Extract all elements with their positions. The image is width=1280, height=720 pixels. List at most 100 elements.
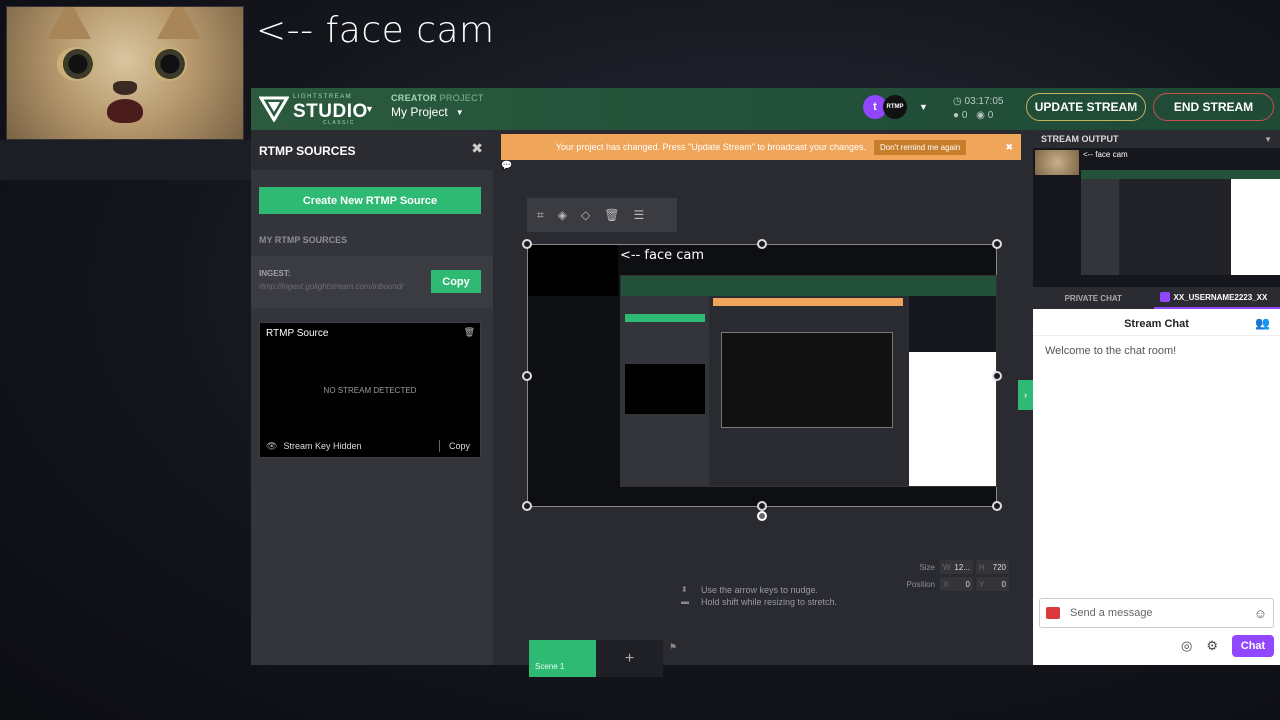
nested-screen-capture xyxy=(620,275,997,487)
y-field[interactable]: Y0 xyxy=(976,577,1009,591)
nested-topbar xyxy=(621,276,996,296)
project-selector[interactable]: CREATOR PROJECT My Project ▼ xyxy=(391,93,484,119)
comment-icon[interactable]: 💬 xyxy=(501,160,521,174)
rtmp-sources-panel: RTMP SOURCES ✖ Create New RTMP Source MY… xyxy=(251,130,493,665)
update-stream-button[interactable]: UPDATE STREAM xyxy=(1026,93,1146,121)
logo-brand-text: LIGHTSTREAM xyxy=(293,94,353,100)
cat-nose xyxy=(113,81,137,95)
users-icon[interactable]: 👥 xyxy=(1255,316,1270,330)
tab-stream-chat[interactable]: XX_USERNAME2223_XX xyxy=(1153,287,1280,309)
rtmp-icon: RTMP xyxy=(883,95,907,119)
resize-handle[interactable] xyxy=(992,501,1002,511)
settings-sliders-icon[interactable]: ☰ xyxy=(633,208,644,222)
create-rtmp-source-button[interactable]: Create New RTMP Source xyxy=(259,187,481,214)
position-label: Position xyxy=(906,579,935,589)
width-value: 12... xyxy=(954,562,970,572)
notice-text: Your project has changed. Press "Update … xyxy=(555,142,866,152)
chevron-right-icon[interactable]: › xyxy=(1018,380,1033,410)
width-key: W xyxy=(943,562,951,572)
preview-facecam xyxy=(1035,150,1079,175)
resize-handle[interactable] xyxy=(522,371,532,381)
close-icon[interactable]: ✖ xyxy=(471,140,483,157)
follower-count: 0 xyxy=(987,110,994,121)
chevron-down-icon: ▼ xyxy=(455,107,464,117)
preview-chat xyxy=(1231,179,1280,275)
trash-icon[interactable]: 🗑 xyxy=(604,208,619,222)
trash-icon[interactable]: 🗑 xyxy=(464,327,475,338)
canvas-selection[interactable]: <-- face cam xyxy=(522,239,1002,521)
resize-handle[interactable] xyxy=(992,239,1002,249)
chevron-down-icon: ▼ xyxy=(919,102,928,112)
y-value: 0 xyxy=(1001,579,1006,589)
height-key: H xyxy=(979,562,985,572)
chat-title: Stream Chat xyxy=(1033,312,1280,336)
resize-handle[interactable] xyxy=(992,371,1002,381)
copy-ingest-button[interactable]: Copy xyxy=(431,270,481,293)
nested-source-card xyxy=(625,364,705,414)
source-footer: 👁 Stream Key Hidden Copy xyxy=(260,435,480,457)
rotate-handle[interactable] xyxy=(757,511,767,521)
clock-icon: ◷ xyxy=(953,96,965,107)
cat-eye xyxy=(149,47,187,81)
rtmp-source-card[interactable]: RTMP Source 🗑 NO STREAM DETECTED 👁 Strea… xyxy=(259,322,481,458)
end-stream-button[interactable]: END STREAM xyxy=(1153,93,1274,121)
close-icon[interactable]: ✖ xyxy=(1005,142,1013,153)
preview-facecam-label: <-- face cam xyxy=(1083,150,1128,159)
hint-stretch: Hold shift while resizing to stretch. xyxy=(701,597,838,607)
panel-title: RTMP SOURCES xyxy=(259,144,356,158)
preview-left-panel xyxy=(1081,179,1119,275)
chat-panel: STREAM OUTPUT ▼ <-- face cam PRIVATE CHA… xyxy=(1033,130,1280,665)
send-backward-icon[interactable]: ◇ xyxy=(581,208,590,222)
followers-icon: ◉ xyxy=(976,110,988,121)
nested-canvas xyxy=(721,332,893,428)
eye-slash-icon[interactable]: 👁 xyxy=(266,441,277,452)
platform-selector[interactable]: t RTMP ▼ xyxy=(863,95,928,119)
size-label: Size xyxy=(919,562,935,572)
x-field[interactable]: X0 xyxy=(940,577,973,591)
broadcast-icon[interactable]: ◎ xyxy=(1181,638,1192,654)
scene-1-label: Scene 1 xyxy=(535,662,565,671)
scene-1-thumbnail[interactable]: Scene 1 xyxy=(529,640,596,677)
x-value: 0 xyxy=(965,579,970,589)
source-title: RTMP Source xyxy=(266,328,329,339)
studio-logo[interactable]: LIGHTSTREAM STUDIO CLASSIC ▼ xyxy=(257,92,377,126)
chat-message-input[interactable]: Send a message ☺ xyxy=(1039,598,1274,628)
my-sources-heading: MY RTMP SOURCES xyxy=(259,235,348,245)
stream-output-header[interactable]: STREAM OUTPUT ▼ xyxy=(1033,130,1280,148)
add-scene-button[interactable]: + xyxy=(596,640,663,677)
editor-center: Your project has changed. Press "Update … xyxy=(493,130,1033,677)
lightstream-logo-icon xyxy=(259,96,289,122)
cat-mouth xyxy=(107,99,143,123)
crop-icon[interactable]: ⌗ xyxy=(537,208,544,223)
resize-handle[interactable] xyxy=(757,501,767,511)
resize-handle[interactable] xyxy=(757,239,767,249)
nested-center xyxy=(709,296,909,486)
width-field[interactable]: W 12... xyxy=(940,560,973,574)
scene-transition-icon[interactable]: ⚑ xyxy=(669,642,677,653)
divider xyxy=(438,440,440,452)
height-field[interactable]: H 720 xyxy=(976,560,1009,574)
bring-forward-icon[interactable]: ◈ xyxy=(558,208,567,222)
chevron-down-icon: ▼ xyxy=(1264,134,1272,144)
overlay-strip xyxy=(0,140,251,180)
twitch-icon xyxy=(1159,292,1170,302)
stream-stats: ◷ 03:17:05 ● 0 ◉ 0 xyxy=(953,95,1003,123)
video-camera-icon[interactable] xyxy=(1046,607,1060,619)
height-value: 720 xyxy=(992,562,1006,572)
gear-icon[interactable]: ⚙ xyxy=(1206,638,1218,654)
tab-private-chat[interactable]: PRIVATE CHAT xyxy=(1033,287,1154,309)
ingest-box: INGEST: rtmp://ingest.golightstream.com/… xyxy=(251,256,493,308)
resize-handle[interactable] xyxy=(522,239,532,249)
hint-nudge: Use the arrow keys to nudge. xyxy=(701,585,819,595)
dont-remind-button[interactable]: Don't remind me again xyxy=(874,139,967,155)
cat-ear xyxy=(157,7,201,39)
face-cam-video xyxy=(6,6,244,140)
resize-handle[interactable] xyxy=(522,501,532,511)
face-cam-label: <-- face cam xyxy=(256,10,495,51)
logo-edition-text: CLASSIC xyxy=(323,120,355,126)
stream-key-status: Stream Key Hidden xyxy=(283,441,362,451)
send-chat-button[interactable]: Chat xyxy=(1232,635,1274,657)
project-type-label: CREATOR PROJECT xyxy=(391,93,484,103)
copy-stream-key-button[interactable]: Copy xyxy=(449,441,470,451)
emoji-icon[interactable]: ☺ xyxy=(1254,606,1267,621)
